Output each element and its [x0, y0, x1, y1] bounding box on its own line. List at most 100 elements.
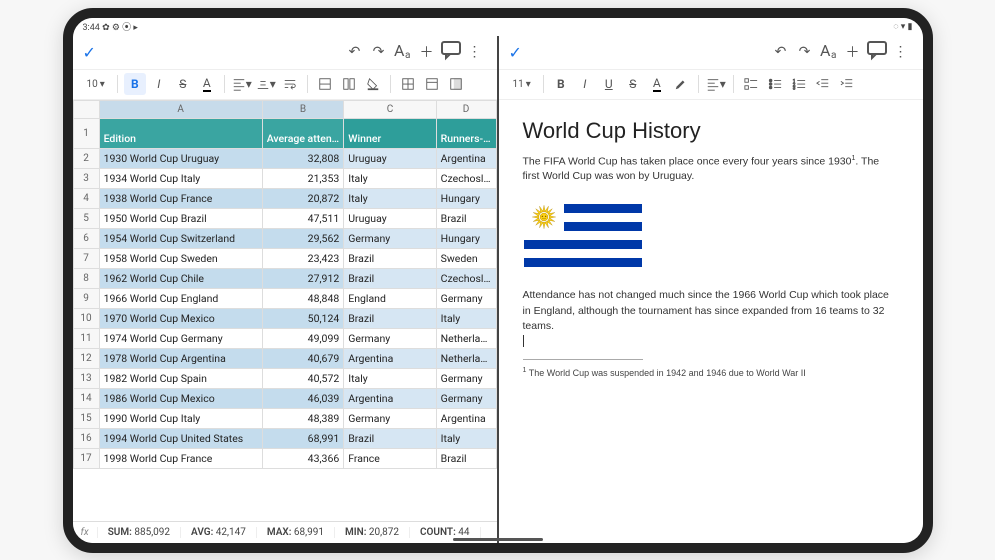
table-row[interactable]: 91966 World Cup England48,848EnglandGerm… — [73, 288, 496, 308]
italic-icon[interactable]: I — [574, 73, 596, 95]
cell-winner[interactable]: Brazil — [344, 248, 436, 268]
merge-icon[interactable] — [338, 73, 360, 95]
wrap-icon[interactable] — [279, 73, 301, 95]
stat-max[interactable]: MAX: 68,991 — [257, 527, 335, 538]
col-header-a[interactable]: A — [99, 100, 262, 118]
cell-edition[interactable]: 1994 World Cup United States — [99, 428, 262, 448]
cell-runnerup[interactable]: Germany — [436, 388, 496, 408]
cell-attendance[interactable]: 40,679 — [262, 348, 344, 368]
table-row[interactable]: 131982 World Cup Spain40,572ItalyGermany — [73, 368, 496, 388]
cell-winner[interactable]: England — [344, 288, 436, 308]
table-row[interactable]: 111974 World Cup Germany49,099GermanyNet… — [73, 328, 496, 348]
accept-check-icon[interactable]: ✓ — [83, 43, 96, 62]
cell-winner[interactable]: France — [344, 448, 436, 468]
table-row[interactable]: 51950 World Cup Brazil47,511UruguayBrazi… — [73, 208, 496, 228]
stat-count[interactable]: COUNT: 44 — [410, 527, 481, 538]
table-row[interactable]: 61954 World Cup Switzerland29,562Germany… — [73, 228, 496, 248]
cell-runnerup[interactable]: Netherlands — [436, 348, 496, 368]
table-row[interactable]: 141986 World Cup Mexico46,039ArgentinaGe… — [73, 388, 496, 408]
cell-winner[interactable]: Brazil — [344, 268, 436, 288]
cell-runnerup[interactable]: Sweden — [436, 248, 496, 268]
cell-edition[interactable]: 1930 World Cup Uruguay — [99, 148, 262, 168]
font-format-icon[interactable]: Aa — [391, 38, 415, 66]
header-runnerup[interactable]: Runners-up — [436, 118, 496, 148]
cell-winner[interactable]: Germany — [344, 228, 436, 248]
strikethrough-icon[interactable]: S — [172, 73, 194, 95]
header-edition[interactable]: Edition — [99, 118, 262, 148]
cell-winner[interactable]: Uruguay — [344, 148, 436, 168]
cell-runnerup[interactable]: Netherlands — [436, 328, 496, 348]
table-row[interactable]: 71958 World Cup Sweden23,423BrazilSweden — [73, 248, 496, 268]
align-icon[interactable]: ▾ — [705, 73, 727, 95]
cell-edition[interactable]: 1974 World Cup Germany — [99, 328, 262, 348]
table-row[interactable]: 21930 World Cup Uruguay32,808UruguayArge… — [73, 148, 496, 168]
bold-icon[interactable]: B — [550, 73, 572, 95]
redo-icon[interactable]: ↷ — [367, 44, 391, 60]
cell-edition[interactable]: 1998 World Cup France — [99, 448, 262, 468]
cell-edition[interactable]: 1950 World Cup Brazil — [99, 208, 262, 228]
header-attendance[interactable]: Average attendance — [262, 118, 344, 148]
cell-attendance[interactable]: 50,124 — [262, 308, 344, 328]
cell-edition[interactable]: 1958 World Cup Sweden — [99, 248, 262, 268]
font-format-icon[interactable]: Aa — [817, 38, 841, 66]
cell-edition[interactable]: 1986 World Cup Mexico — [99, 388, 262, 408]
cell-edition[interactable]: 1978 World Cup Argentina — [99, 348, 262, 368]
fill-color-icon[interactable] — [362, 73, 384, 95]
cell-winner[interactable]: Uruguay — [344, 208, 436, 228]
checklist-icon[interactable] — [740, 73, 762, 95]
cell-runnerup[interactable]: Czechoslovakia — [436, 268, 496, 288]
cell-attendance[interactable]: 21,353 — [262, 168, 344, 188]
v-align-icon[interactable]: ▾ — [255, 73, 277, 95]
col-header-d[interactable]: D — [436, 100, 496, 118]
cell-runnerup[interactable]: Argentina — [436, 148, 496, 168]
undo-icon[interactable]: ↶ — [769, 44, 793, 60]
comment-icon[interactable] — [865, 38, 889, 66]
cell-edition[interactable]: 1990 World Cup Italy — [99, 408, 262, 428]
table-row[interactable]: 101970 World Cup Mexico50,124BrazilItaly — [73, 308, 496, 328]
cell-format-icon[interactable] — [314, 73, 336, 95]
cell-attendance[interactable]: 48,389 — [262, 408, 344, 428]
cell-attendance[interactable]: 20,872 — [262, 188, 344, 208]
cell-runnerup[interactable]: Czechoslovakia — [436, 168, 496, 188]
document-body[interactable]: World Cup History The FIFA World Cup has… — [499, 100, 923, 543]
table-row[interactable]: 81962 World Cup Chile27,912BrazilCzechos… — [73, 268, 496, 288]
bullet-list-icon[interactable] — [764, 73, 786, 95]
cell-winner[interactable]: Argentina — [344, 388, 436, 408]
comment-icon[interactable] — [439, 38, 463, 66]
cell-edition[interactable]: 1954 World Cup Switzerland — [99, 228, 262, 248]
more-icon[interactable]: ⋮ — [889, 44, 913, 60]
cell-attendance[interactable]: 27,912 — [262, 268, 344, 288]
cell-attendance[interactable]: 29,562 — [262, 228, 344, 248]
undo-icon[interactable]: ↶ — [343, 44, 367, 60]
cell-runnerup[interactable]: Germany — [436, 368, 496, 388]
cell-runnerup[interactable]: Hungary — [436, 188, 496, 208]
cell-winner[interactable]: Brazil — [344, 308, 436, 328]
cell-attendance[interactable]: 49,099 — [262, 328, 344, 348]
uruguay-flag-image[interactable] — [523, 194, 643, 274]
text-color-icon[interactable]: A — [196, 73, 218, 95]
borders-icon[interactable] — [397, 73, 419, 95]
cell-winner[interactable]: Italy — [344, 168, 436, 188]
stat-avg[interactable]: AVG: 42,147 — [181, 527, 257, 538]
cell-winner[interactable]: Germany — [344, 408, 436, 428]
table-row[interactable]: 31934 World Cup Italy21,353ItalyCzechosl… — [73, 168, 496, 188]
insert-icon[interactable]: ＋ — [415, 42, 439, 62]
cell-runnerup[interactable]: Brazil — [436, 208, 496, 228]
bold-icon[interactable]: B — [124, 73, 146, 95]
spreadsheet-grid[interactable]: A B C D 1 Edition Average attendance — [73, 100, 497, 521]
cell-winner[interactable]: Italy — [344, 368, 436, 388]
cell-winner[interactable]: Argentina — [344, 348, 436, 368]
font-size-picker[interactable]: 10 ▾ — [81, 79, 111, 90]
cell-attendance[interactable]: 32,808 — [262, 148, 344, 168]
outdent-icon[interactable] — [812, 73, 834, 95]
redo-icon[interactable]: ↷ — [793, 44, 817, 60]
text-color-icon[interactable]: A — [646, 73, 668, 95]
col-header-b[interactable]: B — [262, 100, 344, 118]
stat-min[interactable]: MIN: 20,872 — [335, 527, 410, 538]
cell-attendance[interactable]: 40,572 — [262, 368, 344, 388]
cell-edition[interactable]: 1982 World Cup Spain — [99, 368, 262, 388]
more-icon[interactable]: ⋮ — [463, 44, 487, 60]
cell-edition[interactable]: 1934 World Cup Italy — [99, 168, 262, 188]
navigation-handle[interactable] — [453, 538, 543, 541]
cell-attendance[interactable]: 46,039 — [262, 388, 344, 408]
